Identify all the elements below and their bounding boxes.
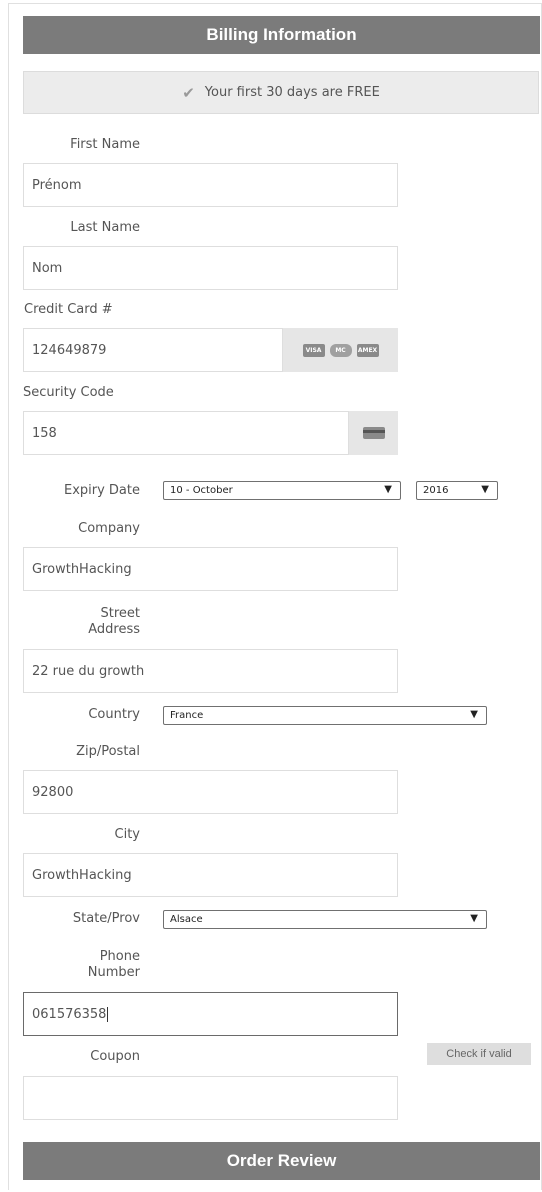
first-name-value: Prénom xyxy=(32,177,82,193)
state-label: State/Prov xyxy=(72,911,140,926)
chevron-down-icon: ▼ xyxy=(470,913,478,924)
free-trial-text: Your first 30 days are FREE xyxy=(204,85,380,100)
street-address-input[interactable]: 22 rue du growth xyxy=(23,649,398,693)
card-back-icon xyxy=(349,411,398,455)
order-review-title: Order Review xyxy=(226,1151,337,1170)
phone-value: 061576358 xyxy=(32,1006,107,1022)
security-code-input[interactable]: 158 xyxy=(23,411,349,455)
chevron-down-icon: ▼ xyxy=(384,484,392,495)
zip-label: Zip/Postal xyxy=(76,744,140,759)
security-code-value: 158 xyxy=(32,425,57,441)
coupon-label: Coupon xyxy=(90,1049,140,1064)
last-name-label: Last Name xyxy=(70,220,140,235)
credit-card-input[interactable]: 124649879 xyxy=(23,328,283,372)
expiry-date-label: Expiry Date xyxy=(63,483,140,498)
coupon-input[interactable] xyxy=(23,1076,398,1120)
credit-card-label: Credit Card # xyxy=(24,302,113,317)
card-logos: VISA MC AMEX xyxy=(283,328,398,372)
text-cursor xyxy=(107,1006,109,1022)
city-label: City xyxy=(114,827,140,842)
security-code-label: Security Code xyxy=(23,385,114,400)
street-address-value: 22 rue du growth xyxy=(32,663,145,679)
last-name-input[interactable]: Nom xyxy=(23,246,398,290)
company-label: Company xyxy=(78,521,140,536)
expiry-month-select[interactable]: 10 - October ▼ xyxy=(163,481,401,500)
last-name-value: Nom xyxy=(32,260,63,276)
zip-value: 92800 xyxy=(32,784,74,800)
country-label: Country xyxy=(88,707,140,722)
street-label-line1: Street xyxy=(100,606,140,621)
state-select[interactable]: Alsace ▼ xyxy=(163,910,487,929)
company-value: GrowthHacking xyxy=(32,561,132,577)
country-select[interactable]: France ▼ xyxy=(163,706,487,725)
billing-header: Billing Information xyxy=(23,16,540,54)
zip-input[interactable]: 92800 xyxy=(23,770,398,814)
free-trial-banner: ✔ Your first 30 days are FREE xyxy=(23,71,539,114)
expiry-year-select[interactable]: 2016 ▼ xyxy=(416,481,498,500)
street-label-line2: Address xyxy=(88,622,140,637)
city-value: GrowthHacking xyxy=(32,867,132,883)
city-input[interactable]: GrowthHacking xyxy=(23,853,398,897)
chevron-down-icon: ▼ xyxy=(481,484,489,495)
phone-input[interactable]: 061576358 xyxy=(23,992,398,1036)
checkmark-icon: ✔ xyxy=(182,83,195,102)
credit-card-value: 124649879 xyxy=(32,342,107,358)
phone-label-line1: Phone xyxy=(99,949,140,964)
check-coupon-button[interactable]: Check if valid xyxy=(427,1043,531,1065)
visa-icon: VISA xyxy=(302,343,325,357)
state-value: Alsace xyxy=(170,914,203,925)
country-value: France xyxy=(170,710,204,721)
company-input[interactable]: GrowthHacking xyxy=(23,547,398,591)
phone-label-line2: Number xyxy=(87,965,140,980)
amex-icon: AMEX xyxy=(356,343,379,357)
first-name-label: First Name xyxy=(70,137,140,152)
billing-title: Billing Information xyxy=(206,25,357,44)
expiry-month-value: 10 - October xyxy=(170,485,233,496)
expiry-year-value: 2016 xyxy=(423,485,449,496)
mastercard-icon: MC xyxy=(329,343,352,357)
chevron-down-icon: ▼ xyxy=(470,709,478,720)
order-review-header: Order Review xyxy=(23,1142,540,1180)
first-name-input[interactable]: Prénom xyxy=(23,163,398,207)
